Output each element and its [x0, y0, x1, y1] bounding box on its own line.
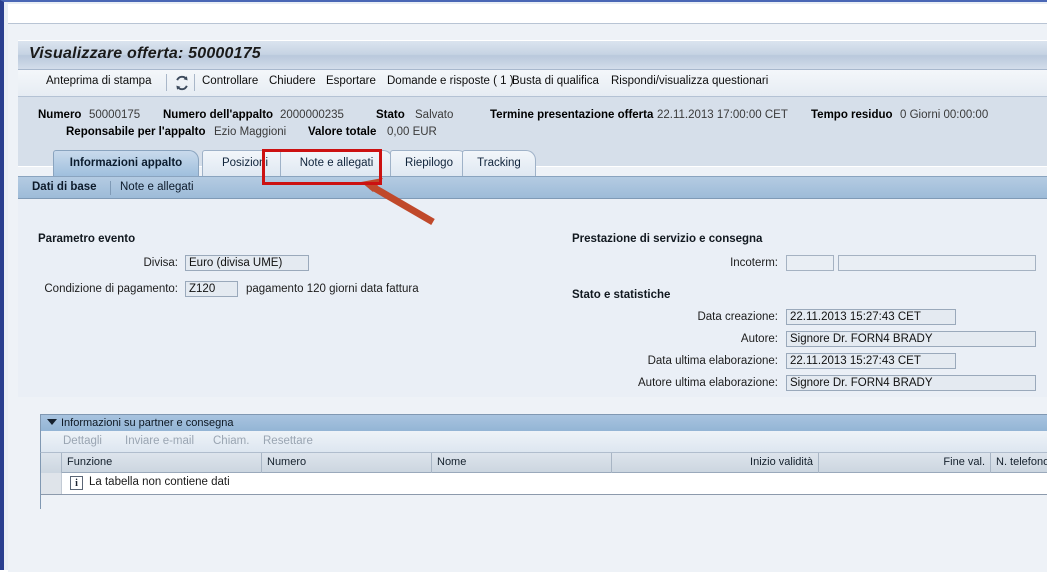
header-value-2: Salvato [415, 109, 454, 121]
table-row-handle [41, 473, 62, 494]
page-title-bar: Visualizzare offerta: 50000175 [18, 40, 1047, 70]
table-column-header-5[interactable]: N. telefono [991, 453, 1047, 473]
toolbar-button-4[interactable]: Domande e risposte ( 1 ) [387, 75, 514, 87]
header-value-0: 50000175 [89, 109, 141, 121]
subnav-item-1[interactable]: Note e allegati [120, 181, 194, 193]
toolbar-separator-0 [166, 74, 167, 91]
header-label-3: Termine presentazione offerta [490, 109, 654, 121]
field-label-r1-3: Autore ultima elaborazione: [638, 377, 778, 389]
partner-toolbar-button-0: Dettagli [63, 435, 102, 447]
toolbar-button-3[interactable]: Esportare [326, 75, 376, 87]
field-label-r1-2: Data ultima elaborazione: [647, 355, 778, 367]
field-input-r1-2[interactable]: 22.11.2013 15:27:43 CET [786, 353, 956, 369]
toolbar-button-0[interactable]: Anteprima di stampa [46, 75, 151, 87]
field-suffix-left-1: pagamento 120 giorni data fattura [246, 283, 419, 295]
field-input-r1-0[interactable]: 22.11.2013 15:27:43 CET [786, 309, 956, 325]
table-column-header-0[interactable]: Funzione [62, 453, 262, 473]
sap-application-content: Visualizzare offerta: 50000175 Anteprima… [18, 24, 1047, 572]
sub-navigation-bar: Dati di base Note e allegati [18, 176, 1047, 199]
subnav-item-0[interactable]: Dati di base [32, 181, 97, 193]
info-icon: i [70, 476, 83, 490]
section-title-right-1: Stato e statistiche [572, 289, 671, 301]
field-input-r1-3[interactable]: Signore Dr. FORN4 BRADY [786, 375, 1036, 391]
header-label-1: Numero dell'appalto [163, 109, 274, 121]
table-column-header-1[interactable]: Numero [262, 453, 432, 473]
field-input-r0-0[interactable] [786, 255, 834, 271]
field-input-left-0[interactable]: Euro (divisa UME) [185, 255, 309, 271]
field-label-left-0: Divisa: [143, 257, 178, 269]
table-empty-row: i La tabella non contiene dati [41, 473, 1047, 495]
header-value-6: 0,00 EUR [387, 126, 437, 138]
header-label-2: Stato [376, 109, 405, 121]
table-select-all-cell[interactable] [41, 453, 62, 473]
header-label-5: Reponsabile per l'appalto [66, 126, 206, 138]
toolbar-separator-1 [194, 74, 195, 91]
partner-panel-toolbar: Dettagli Inviare e-mail Chiam. Resettare [40, 431, 1047, 453]
field-label-r1-0: Data creazione: [697, 311, 778, 323]
header-value-4: 0 Giorni 00:00:00 [900, 109, 989, 121]
form-content-area: Parametro evento Divisa: Euro (divisa UME)… [18, 199, 1047, 397]
tab-riepilogo[interactable]: Riepilogo [390, 150, 468, 176]
partner-table: Funzione Numero Nome Inizio validità Fine va… [40, 453, 1047, 509]
table-empty-message: La tabella non contiene dati [89, 476, 230, 488]
table-column-header-2[interactable]: Nome [432, 453, 612, 473]
header-value-5: Ezio Maggioni [214, 126, 287, 138]
partner-toolbar-button-1: Inviare e-mail [125, 435, 195, 447]
header-value-3: 22.11.2013 17:00:00 CET [657, 109, 788, 121]
section-title-parametro-evento: Parametro evento [38, 233, 136, 245]
tab-posizioni[interactable]: Posizioni [202, 150, 288, 176]
field-input-r1-1[interactable]: Signore Dr. FORN4 BRADY [786, 331, 1036, 347]
application-window: Visualizzare offerta: 50000175 Anteprima… [0, 0, 1047, 572]
refresh-icon[interactable] [173, 74, 191, 92]
field-label-left-1: Condizione di pagamento: [44, 283, 178, 295]
partner-toolbar-button-3: Resettare [263, 435, 313, 447]
subnav-separator [110, 181, 111, 195]
field-label-r0-0: Incoterm: [730, 257, 778, 269]
left-rail [8, 24, 18, 572]
page-title: Visualizzare offerta: 50000175 [29, 45, 261, 62]
toolbar-button-2[interactable]: Chiudere [269, 75, 316, 87]
header-label-6: Valore totale [308, 126, 377, 138]
table-header-row: Funzione Numero Nome Inizio validità Fine va… [41, 453, 1047, 473]
header-label-0: Numero [38, 109, 82, 121]
tab-informazioni-appalto[interactable]: Informazioni appalto [53, 150, 199, 176]
browser-chrome-strip [8, 4, 1047, 24]
tab-note-e-allegati[interactable]: Note e allegati [280, 150, 393, 176]
main-toolbar: Anteprima di stampa Controllare Chiudere Es… [18, 70, 1047, 97]
section-title-right-0: Prestazione di servizio e consegna [572, 233, 763, 245]
partner-panel-header[interactable]: Informazioni su partner e consegna [40, 414, 1047, 431]
toolbar-button-6[interactable]: Rispondi/visualizza questionari [611, 75, 768, 87]
field-input-left-1[interactable]: Z120 [185, 281, 238, 297]
field-input2-r0-0[interactable] [838, 255, 1036, 271]
field-label-r1-1: Autore: [740, 333, 778, 345]
partner-toolbar-button-2: Chiam. [213, 435, 250, 447]
toolbar-button-5[interactable]: Busta di qualifica [512, 75, 599, 87]
header-label-4: Tempo residuo [811, 109, 893, 121]
partner-panel-title: Informazioni su partner e consegna [61, 417, 234, 429]
table-column-header-3[interactable]: Inizio validità [612, 453, 819, 473]
header-value-1: 2000000235 [280, 109, 344, 121]
tab-tracking[interactable]: Tracking [462, 150, 536, 176]
toolbar-button-1[interactable]: Controllare [202, 75, 258, 87]
table-column-header-4[interactable]: Fine val. [819, 453, 991, 473]
tab-strip: Informazioni appalto Posizioni Note e alle… [18, 150, 1047, 176]
triangle-down-icon[interactable] [47, 419, 57, 425]
